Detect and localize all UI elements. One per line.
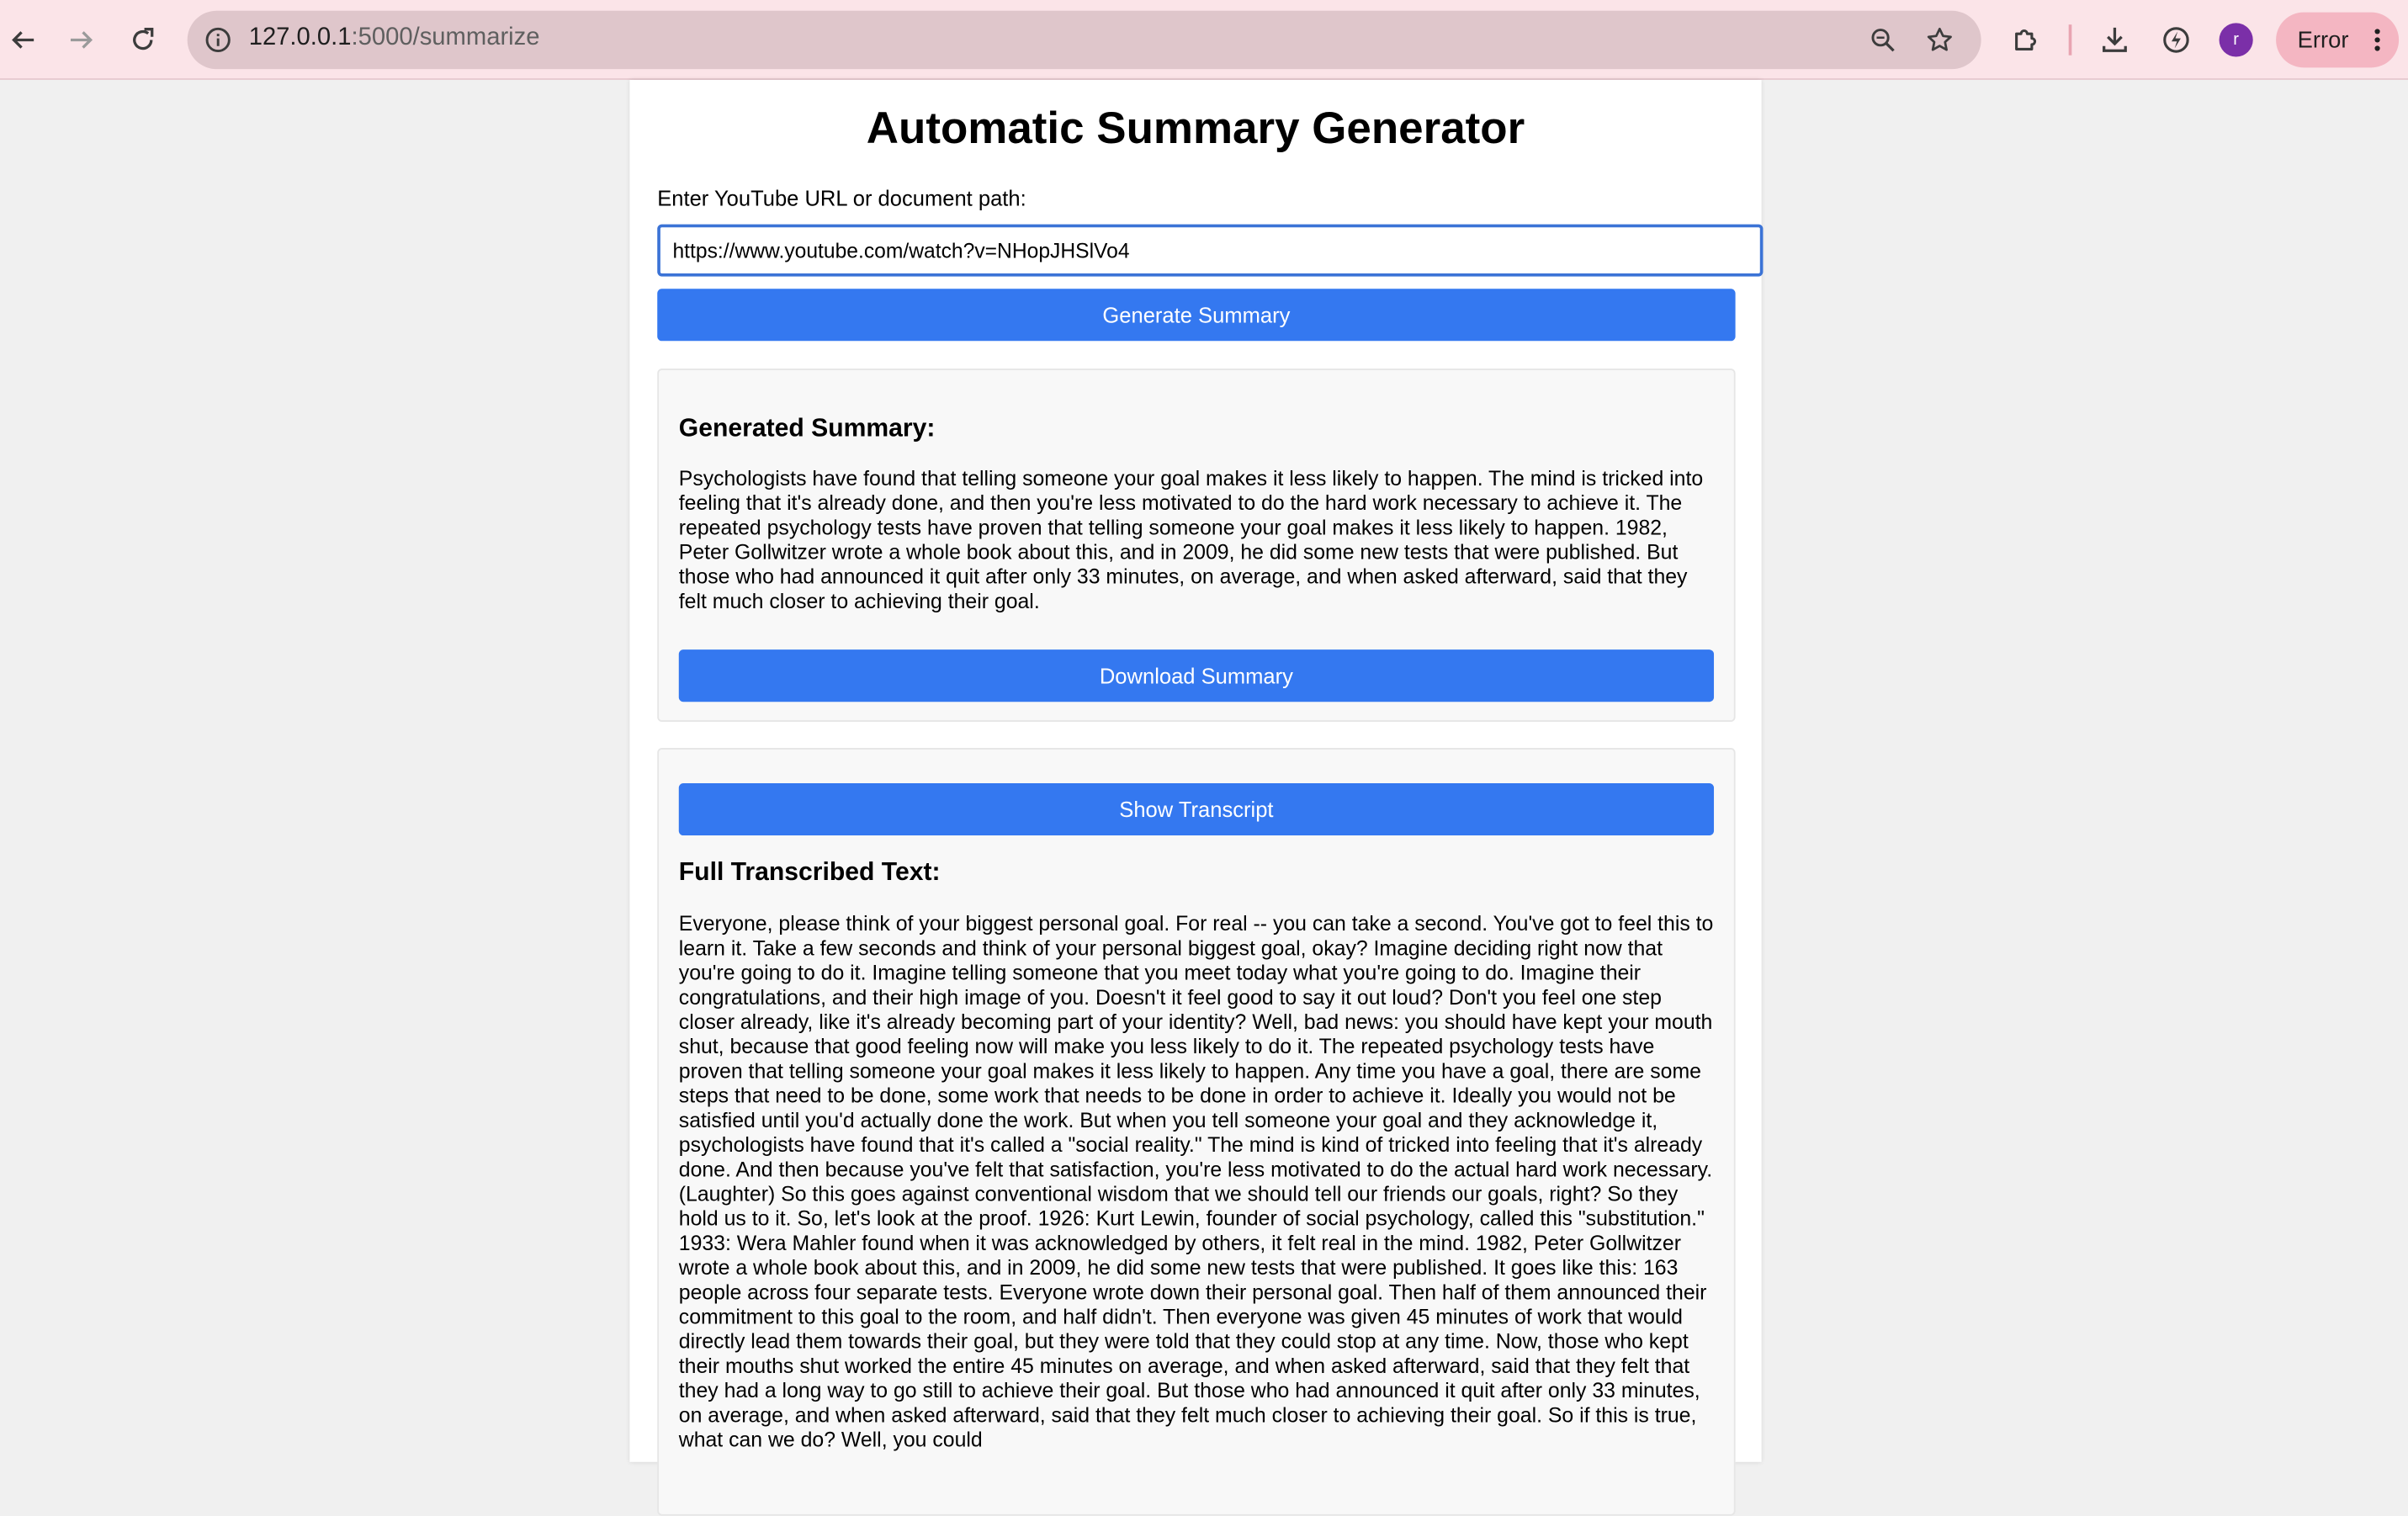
url-text[interactable]: 127.0.0.1:5000/summarize [249, 24, 540, 52]
main-card: Automatic Summary Generator Enter YouTub… [629, 80, 1764, 1516]
site-info-icon[interactable] [203, 24, 234, 56]
input-label: Enter YouTube URL or document path: [657, 185, 1026, 211]
download-summary-button[interactable]: Download Summary [678, 649, 1715, 702]
summary-heading: Generated Summary: [678, 414, 936, 443]
download-icon[interactable] [2097, 22, 2134, 59]
page-title: Automatic Summary Generator [866, 104, 1525, 154]
profile-avatar[interactable]: r [2219, 23, 2253, 57]
toolbar-divider [2068, 24, 2072, 56]
url-host: 127.0.0.1 [248, 24, 352, 51]
summary-text: Psychologists have found that telling so… [678, 466, 1704, 613]
bookmark-star-icon[interactable] [1924, 24, 1955, 56]
zoom-icon[interactable] [1868, 24, 1899, 56]
forward-arrow-icon[interactable] [63, 22, 100, 59]
extensions-puzzle-icon[interactable] [2008, 22, 2045, 59]
reload-icon[interactable] [125, 22, 162, 59]
browser-toolbar: 127.0.0.1:5000/summarize r Error [0, 0, 2408, 80]
transcript-panel: Show Transcript Full Transcribed Text: E… [657, 748, 1736, 1516]
address-bar[interactable]: 127.0.0.1:5000/summarize [187, 10, 1981, 70]
performance-icon[interactable] [2158, 22, 2195, 59]
back-arrow-icon[interactable] [4, 22, 41, 59]
page-viewport: Automatic Summary Generator Enter YouTub… [0, 80, 2408, 1516]
generate-summary-button[interactable]: Generate Summary [657, 289, 1736, 342]
error-chip-label: Error [2297, 27, 2349, 54]
more-menu-icon[interactable] [2365, 26, 2389, 54]
transcript-text: Everyone, please think of your biggest p… [678, 912, 1714, 1451]
error-status-chip[interactable]: Error [2276, 12, 2400, 68]
transcript-heading: Full Transcribed Text: [678, 858, 941, 887]
show-transcript-button[interactable]: Show Transcript [678, 782, 1715, 836]
url-input[interactable] [657, 224, 1764, 277]
url-path: :5000/summarize [351, 24, 540, 51]
summary-panel: Generated Summary: Psychologists have fo… [657, 368, 1736, 722]
